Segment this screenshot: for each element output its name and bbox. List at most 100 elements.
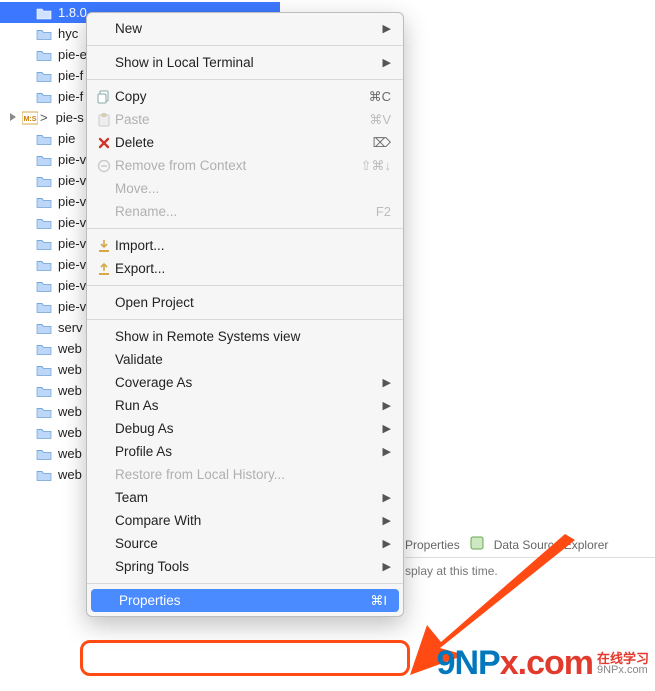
menu-remote-systems-label: Show in Remote Systems view — [115, 329, 391, 344]
context-menu[interactable]: New ▶ Show in Local Terminal ▶ Copy ⌘C P… — [86, 12, 404, 617]
menu-profile-as-label: Profile As — [115, 444, 381, 459]
twisty-spacer — [22, 175, 34, 187]
blank-icon — [97, 352, 115, 368]
menu-show-terminal[interactable]: Show in Local Terminal ▶ — [87, 51, 403, 74]
folder-icon — [36, 236, 52, 252]
submenu-arrow-icon: ▶ — [381, 491, 391, 504]
menu-delete-label: Delete — [115, 135, 355, 150]
folder-icon — [36, 194, 52, 210]
menu-new[interactable]: New ▶ — [87, 17, 403, 40]
blank-icon — [97, 295, 115, 311]
twisty-spacer — [22, 28, 34, 40]
menu-team[interactable]: Team ▶ — [87, 486, 403, 509]
tree-item-label: pie-e — [58, 47, 87, 62]
folder-icon — [36, 362, 52, 378]
twisty-icon — [22, 7, 34, 19]
menu-move: Move... — [87, 177, 403, 200]
blank-icon — [97, 559, 115, 575]
tree-item-label: pie-v — [58, 278, 86, 293]
tree-item-label: pie-v — [58, 194, 86, 209]
twisty-icon[interactable] — [8, 112, 20, 124]
menu-debug-as[interactable]: Debug As ▶ — [87, 417, 403, 440]
menu-rename: Rename... F2 — [87, 200, 403, 223]
menu-debug-as-label: Debug As — [115, 421, 381, 436]
menu-remove-context-shortcut: ⇧⌘↓ — [355, 158, 391, 174]
folder-icon — [36, 404, 52, 420]
separator — [87, 79, 403, 80]
tree-item-label: pie-v — [58, 152, 86, 167]
menu-paste-label: Paste — [115, 112, 355, 127]
menu-copy[interactable]: Copy ⌘C — [87, 85, 403, 108]
menu-delete-shortcut: ⌦ — [355, 135, 391, 151]
twisty-spacer — [22, 427, 34, 439]
tree-item-label: 1.8.0 — [58, 5, 87, 20]
tree-item-label: web — [58, 425, 82, 440]
menu-coverage-as-label: Coverage As — [115, 375, 381, 390]
folder-icon — [36, 425, 52, 441]
tree-item-label: web — [58, 341, 82, 356]
import-icon — [97, 238, 115, 254]
menu-run-as-label: Run As — [115, 398, 381, 413]
submenu-arrow-icon: ▶ — [381, 22, 391, 35]
watermark-sub: 9NPx.com — [597, 665, 649, 676]
twisty-spacer — [22, 280, 34, 292]
twisty-spacer — [22, 196, 34, 208]
folder-icon — [36, 320, 52, 336]
submenu-arrow-icon: ▶ — [381, 537, 391, 550]
blank-icon — [101, 593, 119, 609]
menu-rename-label: Rename... — [115, 204, 355, 219]
menu-coverage-as[interactable]: Coverage As ▶ — [87, 371, 403, 394]
menu-profile-as[interactable]: Profile As ▶ — [87, 440, 403, 463]
menu-restore-local-label: Restore from Local History... — [115, 467, 391, 482]
menu-open-project-label: Open Project — [115, 295, 391, 310]
twisty-spacer — [22, 49, 34, 61]
menu-new-label: New — [115, 21, 381, 36]
blank-icon — [97, 467, 115, 483]
separator — [87, 583, 403, 584]
menu-copy-shortcut: ⌘C — [355, 89, 391, 105]
menu-run-as[interactable]: Run As ▶ — [87, 394, 403, 417]
menu-import[interactable]: Import... — [87, 234, 403, 257]
folder-icon — [36, 173, 52, 189]
menu-validate-label: Validate — [115, 352, 391, 367]
twisty-spacer — [22, 385, 34, 397]
annotation-highlight-box — [80, 640, 410, 676]
tree-item-label: pie — [58, 131, 75, 146]
folder-icon — [36, 89, 52, 105]
blank-icon — [97, 181, 115, 197]
menu-remove-context-label: Remove from Context — [115, 158, 355, 173]
folder-icon — [36, 278, 52, 294]
blank-icon — [97, 536, 115, 552]
menu-remote-systems[interactable]: Show in Remote Systems view — [87, 325, 403, 348]
tree-item-label: web — [58, 362, 82, 377]
folder-icon — [36, 152, 52, 168]
tree-item-label: pie-f — [58, 68, 83, 83]
menu-restore-local: Restore from Local History... — [87, 463, 403, 486]
dirty-marker: > — [40, 110, 48, 125]
menu-delete[interactable]: Delete ⌦ — [87, 131, 403, 154]
menu-properties[interactable]: Properties ⌘I — [91, 589, 399, 612]
menu-export[interactable]: Export... — [87, 257, 403, 280]
tab-data-source-explorer[interactable]: Data Source Explorer — [494, 538, 609, 552]
twisty-spacer — [22, 133, 34, 145]
tree-item-label: web — [58, 467, 82, 482]
menu-compare-with[interactable]: Compare With ▶ — [87, 509, 403, 532]
menu-spring-tools[interactable]: Spring Tools ▶ — [87, 555, 403, 578]
menu-paste-shortcut: ⌘V — [355, 112, 391, 128]
menu-open-project[interactable]: Open Project — [87, 291, 403, 314]
folder-icon — [36, 299, 52, 315]
menu-source[interactable]: Source ▶ — [87, 532, 403, 555]
tree-item-label: pie-f — [58, 89, 83, 104]
project-icon: M:S — [22, 110, 38, 126]
paste-icon — [97, 112, 115, 128]
menu-move-label: Move... — [115, 181, 391, 196]
menu-validate[interactable]: Validate — [87, 348, 403, 371]
blank-icon — [97, 513, 115, 529]
twisty-spacer — [22, 301, 34, 313]
menu-properties-label: Properties — [119, 593, 351, 608]
folder-icon — [36, 26, 52, 42]
separator — [87, 285, 403, 286]
tab-properties[interactable]: Properties — [405, 538, 460, 552]
separator — [87, 319, 403, 320]
blank-icon — [97, 444, 115, 460]
